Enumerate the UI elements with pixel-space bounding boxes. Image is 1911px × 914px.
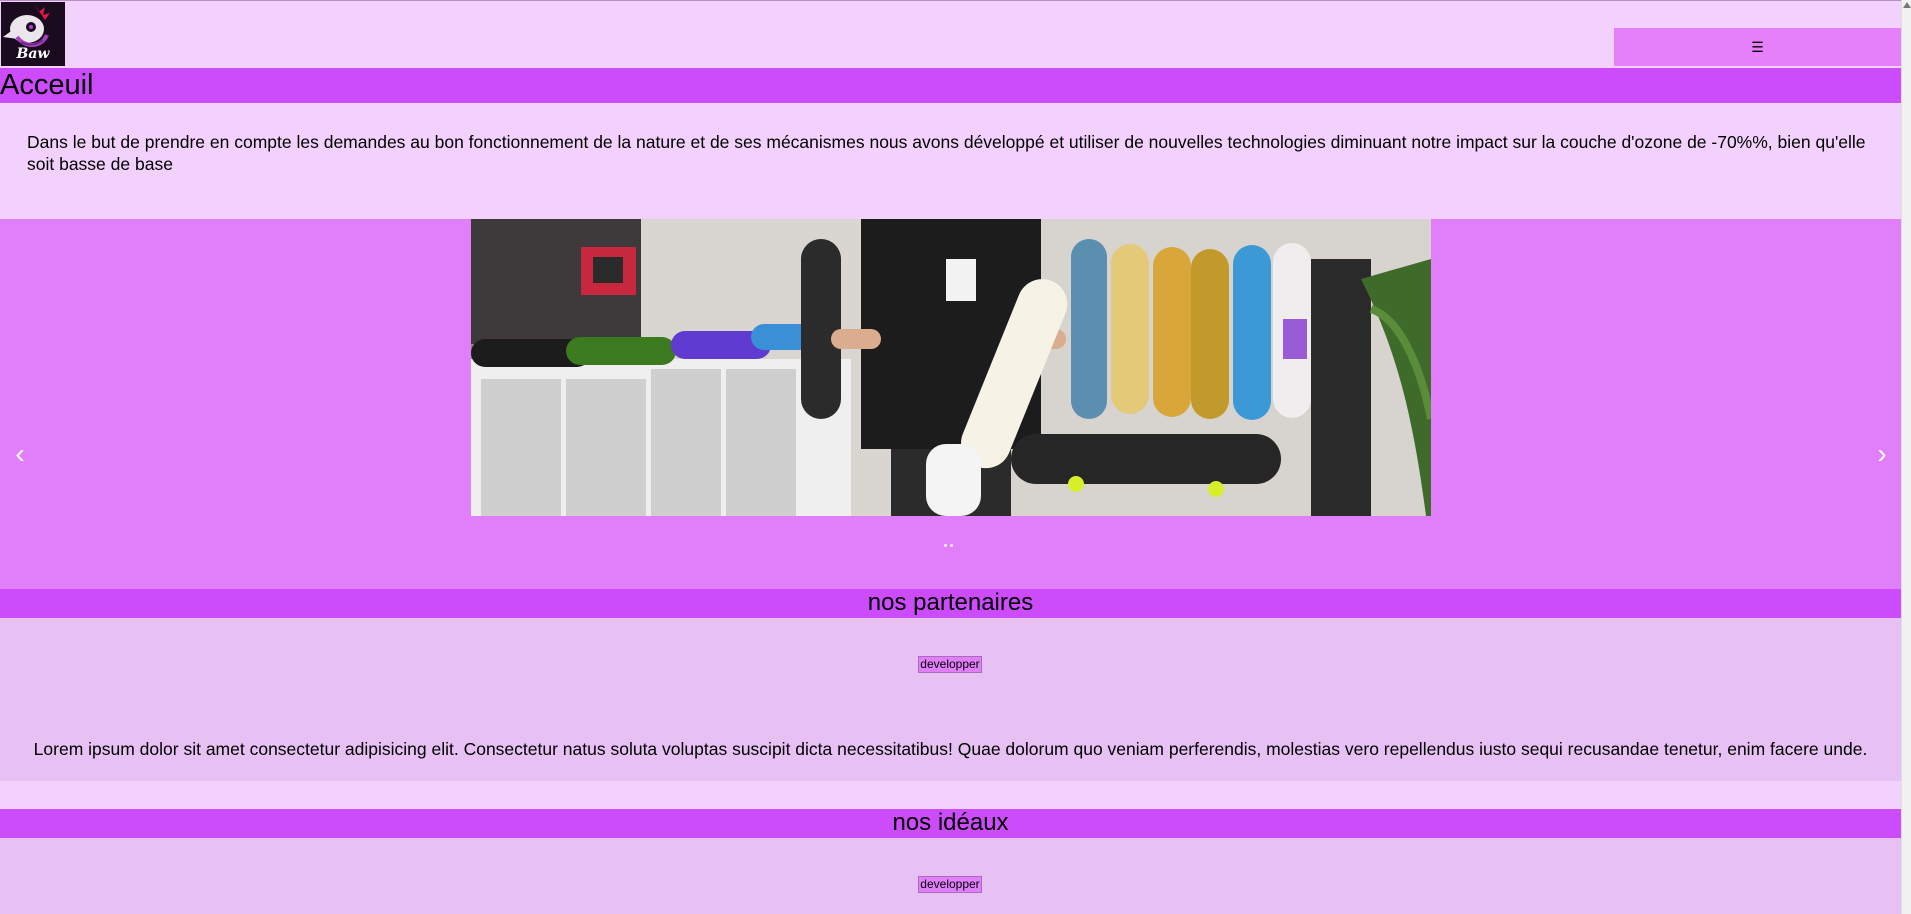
top-bar: Baw ☰ — [0, 0, 1901, 66]
partenaires-section: developper Lorem ipsum dolor sit amet co… — [0, 618, 1901, 781]
vertical-scrollbar[interactable] — [1901, 0, 1911, 914]
partenaires-header: nos partenaires — [0, 589, 1901, 618]
partenaires-text: Lorem ipsum dolor sit amet consectetur a… — [33, 739, 1868, 759]
carousel-slide-image — [471, 219, 1431, 516]
scroll-up-arrow-icon[interactable] — [1903, 2, 1911, 8]
carousel-dot[interactable] — [950, 544, 953, 547]
carousel-prev-button[interactable]: ‹ — [5, 439, 35, 469]
skateboard-shop-photo — [471, 219, 1431, 516]
developper-button[interactable]: developper — [918, 656, 982, 673]
page: Baw ☰ Acceuil Dans le but de prendre en … — [0, 0, 1901, 914]
ideaux-section: developper — [0, 838, 1901, 914]
logo-text: Baw — [16, 46, 50, 62]
hamburger-menu-button[interactable]: ☰ — [1614, 28, 1901, 66]
hamburger-icon: ☰ — [1751, 38, 1764, 55]
intro-section: Dans le but de prendre en compte les dem… — [0, 103, 1901, 218]
image-carousel: ‹ › — [0, 219, 1901, 589]
developper-button-ideaux[interactable]: developper — [918, 876, 982, 893]
carousel-next-button[interactable]: › — [1867, 439, 1897, 469]
intro-text: Dans le but de prendre en compte les dem… — [27, 132, 1866, 174]
carousel-indicators — [944, 544, 953, 547]
page-title: Acceuil — [0, 69, 94, 101]
logo[interactable]: Baw — [1, 2, 65, 66]
accueil-header: Acceuil — [0, 68, 1901, 103]
carousel-dot[interactable] — [944, 544, 947, 547]
ideaux-header: nos idéaux — [0, 809, 1901, 838]
